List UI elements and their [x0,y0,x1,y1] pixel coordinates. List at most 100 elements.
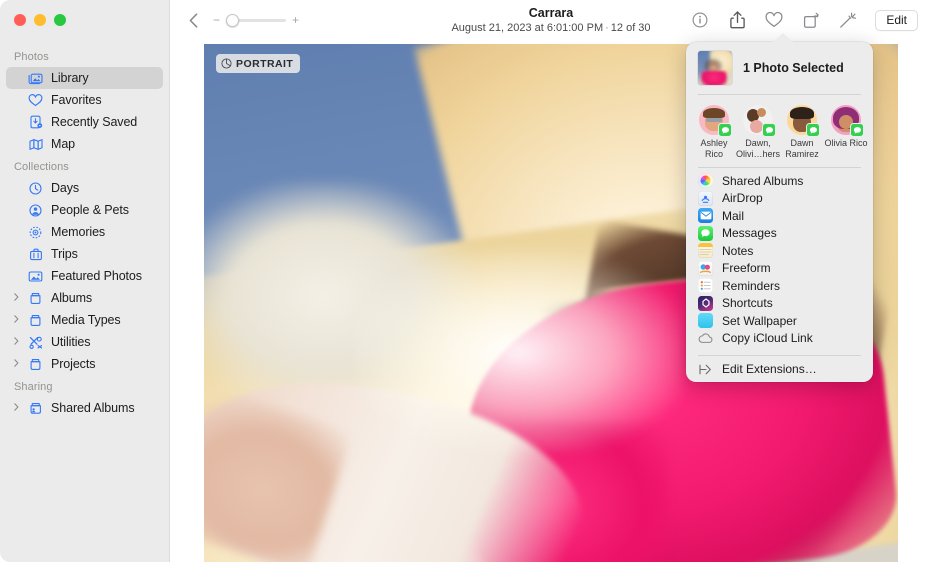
share-item-label: Shared Albums [722,174,803,188]
mail-app-icon [698,208,713,223]
rotate-icon [803,12,820,29]
share-item-label: Shortcuts [722,296,773,310]
contact-suggestion[interactable]: Olivia Rico [824,105,868,159]
share-item-messages[interactable]: Messages [686,225,873,242]
utilities-icon [26,334,45,350]
album-icon [26,312,45,328]
sidebar-item-utilities[interactable]: Utilities [6,331,163,353]
edit-extensions-label: Edit Extensions… [722,362,817,376]
portrait-badge[interactable]: PORTRAIT [216,54,300,73]
share-destination-list[interactable]: Shared Albums AirDrop Mail Messages NotesFre… [686,168,873,349]
sidebar-item-label: Days [51,181,79,195]
minimize-button[interactable] [34,14,46,26]
map-icon [26,136,45,152]
sidebar-item-albums[interactable]: Albums [6,287,163,309]
shared-albums-app-icon [698,173,713,188]
share-item-freeform[interactable]: Freeform [686,260,873,277]
edit-button-label: Edit [886,13,907,27]
sidebar-item-shared-albums[interactable]: Shared Albums [6,397,163,419]
sidebar-item-featured-photos[interactable]: Featured Photos [6,265,163,287]
toolbar: − + Carrara August 21, 2023 at 6:01:00 P… [170,0,932,40]
share-item-airdrop[interactable]: AirDrop [686,190,873,207]
airdrop-app-icon [698,191,713,206]
heart-icon [765,12,783,28]
share-item-label: Mail [722,209,744,223]
chevron-right-icon[interactable] [14,337,25,347]
sidebar-item-label: Favorites [51,93,102,107]
memories-icon [26,224,45,240]
sidebar-item-label: Albums [51,291,92,305]
edit-extensions-item[interactable]: Edit Extensions… [686,361,873,378]
contact-suggestion[interactable]: Dawn,Olivi…hers [736,105,780,159]
window-traffic-lights [14,14,66,26]
chevron-right-icon[interactable] [14,403,25,413]
favorite-button[interactable] [764,9,784,31]
contact-suggestion[interactable]: DawnRamirez [780,105,824,159]
share-item-label: Reminders [722,279,780,293]
sidebar-item-label: Trips [51,247,78,261]
avatar [831,105,861,135]
contact-name: Olivia Rico [822,138,870,149]
contact-suggestion[interactable]: AshleyRico [692,105,736,159]
sidebar-item-trips[interactable]: Trips [6,243,163,265]
chevron-left-icon [189,13,198,28]
share-item-reminders[interactable]: Reminders [686,277,873,294]
rotate-button[interactable] [801,9,821,31]
thumbnail-shirt [701,71,727,85]
chevron-right-icon[interactable] [14,359,25,369]
person-circle-icon [26,202,45,218]
photo-date: August 21, 2023 at 6:01:00 PM [451,22,603,34]
reminders-app-icon [698,278,713,293]
auto-enhance-button[interactable] [838,9,858,31]
heart-icon [26,92,45,108]
magic-wand-icon [839,12,857,29]
share-popover[interactable]: 1 Photo Selected AshleyRico Dawn,Olivi…h… [686,42,873,382]
zoom-in-label: + [291,14,300,26]
popover-divider-3 [698,355,861,356]
info-button[interactable] [690,9,710,31]
sidebar-list[interactable]: PhotosLibraryFavoritesRecently SavedMapC… [0,45,169,562]
share-item-shared-albums[interactable]: Shared Albums [686,172,873,189]
sidebar-item-label: Recently Saved [51,115,137,129]
avatar [743,105,773,135]
close-button[interactable] [14,14,26,26]
photo-icon [26,268,45,284]
messages-app-icon [698,226,713,241]
sidebar-item-map[interactable]: Map [6,133,163,155]
sidebar-item-label: Shared Albums [51,401,134,415]
zoom-slider-knob[interactable] [226,14,239,27]
zoom-slider-control[interactable]: − + [212,13,300,27]
sidebar-item-label: Library [51,71,89,85]
sidebar-item-recently-saved[interactable]: Recently Saved [6,111,163,133]
sidebar-item-projects[interactable]: Projects [6,353,163,375]
edit-button[interactable]: Edit [875,10,918,31]
share-item-copy-icloud-link[interactable]: Copy iCloud Link [686,330,873,347]
sidebar-item-favorites[interactable]: Favorites [6,89,163,111]
chevron-right-icon[interactable] [14,315,25,325]
zoom-slider[interactable] [226,13,286,27]
zoom-out-label: − [212,14,221,26]
share-item-mail[interactable]: Mail [686,207,873,224]
sidebar-item-library[interactable]: Library [6,67,163,89]
photo-sun-glare [354,252,684,452]
share-icon [730,11,745,29]
suggested-contacts: AshleyRico Dawn,Olivi…hers DawnRamirez O… [686,95,873,167]
sidebar-item-people-pets[interactable]: People & Pets [6,199,163,221]
share-item-label: Messages [722,226,777,240]
contact-name: Dawn,Olivi…hers [734,138,782,159]
share-item-shortcuts[interactable]: Shortcuts [686,295,873,312]
share-item-set-wallpaper[interactable]: Set Wallpaper [686,312,873,329]
sidebar-item-days[interactable]: Days [6,177,163,199]
info-circle-icon [692,12,708,28]
zoom-button[interactable] [54,14,66,26]
photos-window: PhotosLibraryFavoritesRecently SavedMapC… [0,0,932,562]
share-item-label: Set Wallpaper [722,314,797,328]
chevron-right-icon[interactable] [14,293,25,303]
sidebar-item-memories[interactable]: Memories [6,221,163,243]
wallpaper-icon [698,313,713,328]
back-button[interactable] [180,8,206,32]
album-icon [26,290,45,306]
share-button[interactable] [727,9,747,31]
sidebar-item-media-types[interactable]: Media Types [6,309,163,331]
share-item-notes[interactable]: Notes [686,242,873,259]
